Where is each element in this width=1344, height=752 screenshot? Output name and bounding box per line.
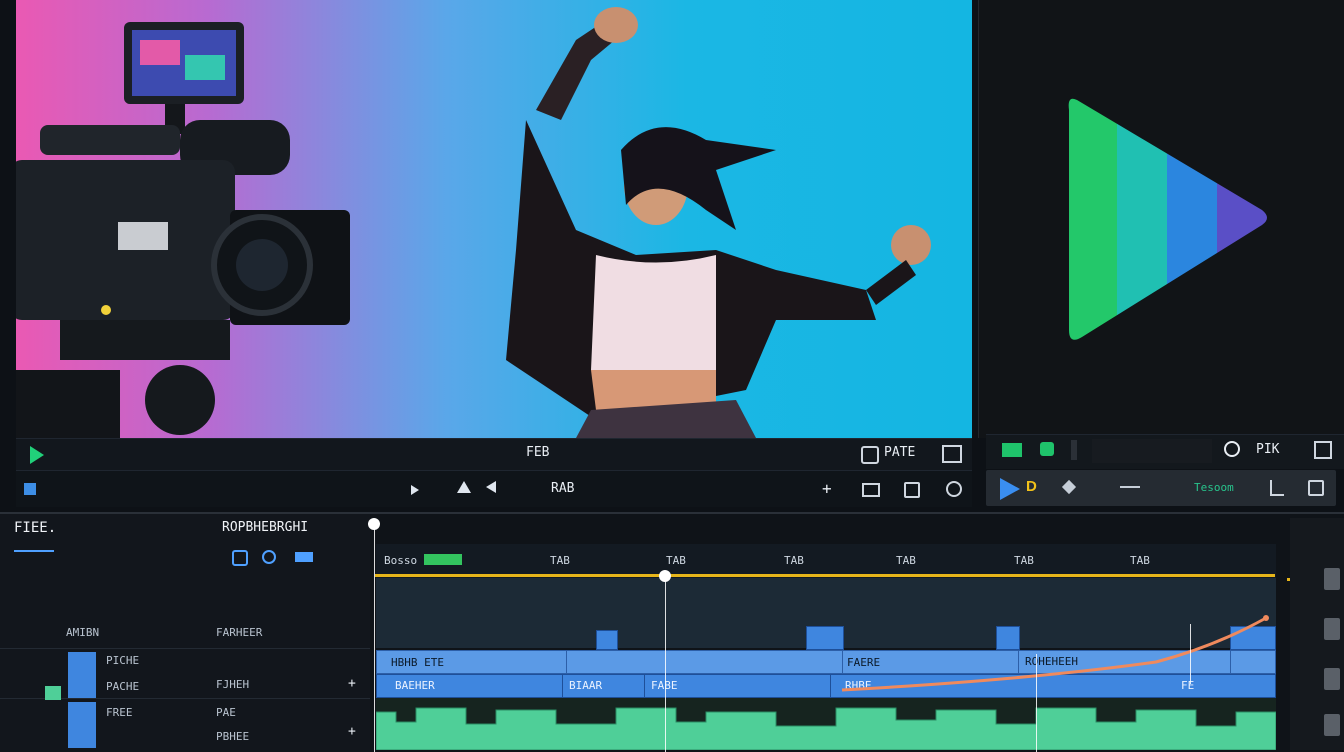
timeline-title: FIEE. bbox=[14, 520, 57, 536]
layer-sub-label: FARHEER bbox=[216, 626, 263, 639]
search-icon[interactable] bbox=[1224, 441, 1240, 457]
track-label-3: FREE bbox=[106, 706, 133, 719]
status-label: Tesoom bbox=[1194, 481, 1234, 494]
flag-icon[interactable] bbox=[295, 552, 313, 562]
ruler-tick: TAB bbox=[784, 554, 804, 567]
ruler-tick: TAB bbox=[1130, 554, 1150, 567]
scroll-thumb[interactable] bbox=[1324, 668, 1340, 690]
in-marker-handle[interactable] bbox=[368, 518, 380, 530]
play-icon[interactable] bbox=[30, 446, 44, 464]
keyframe-curve[interactable] bbox=[376, 604, 1276, 714]
record-icon[interactable] bbox=[1040, 442, 1054, 456]
step-forward-icon[interactable] bbox=[411, 485, 419, 495]
timeline-panel: FIEE. ROPBHEBRGHI AMIBN FARHEER PICHE PA… bbox=[0, 512, 1344, 752]
layer-label: AMIBN bbox=[66, 626, 100, 639]
scroll-thumb[interactable] bbox=[1324, 714, 1340, 736]
marker-line bbox=[1036, 654, 1037, 752]
lock-icon[interactable] bbox=[232, 550, 248, 566]
step-back-icon[interactable] bbox=[486, 481, 496, 493]
scroll-thumb[interactable] bbox=[1324, 568, 1340, 590]
playhead-line bbox=[665, 578, 666, 752]
timecode-field[interactable] bbox=[1092, 439, 1212, 463]
ruler-marker bbox=[424, 554, 462, 565]
ruler-tick: TAB bbox=[666, 554, 686, 567]
keyframe-icon[interactable] bbox=[1061, 479, 1077, 495]
timeline-scrollbar[interactable] bbox=[1290, 518, 1344, 750]
play-icon[interactable] bbox=[1000, 478, 1020, 500]
grid-icon[interactable] bbox=[1002, 443, 1022, 457]
scroll-thumb[interactable] bbox=[1324, 618, 1340, 640]
fullscreen-icon[interactable] bbox=[942, 445, 962, 463]
program-monitor bbox=[978, 0, 1344, 438]
ruler-tick: TAB bbox=[1014, 554, 1034, 567]
divider bbox=[1071, 440, 1077, 460]
video-preview bbox=[16, 0, 972, 438]
trim-icon[interactable] bbox=[1120, 486, 1140, 488]
add-icon[interactable]: + bbox=[822, 479, 832, 498]
track-mid-1: FJHEH bbox=[216, 678, 250, 691]
zoom-label: PATE bbox=[884, 445, 916, 460]
graph-icon[interactable] bbox=[1270, 480, 1284, 496]
export-frame-icon[interactable] bbox=[862, 483, 880, 497]
program-zoom-label: PIK bbox=[1256, 442, 1280, 457]
play-triangle-logo[interactable] bbox=[1067, 90, 1267, 350]
settings-icon[interactable] bbox=[946, 481, 962, 497]
camera-icon[interactable] bbox=[904, 482, 920, 498]
track-color-audio bbox=[68, 702, 96, 748]
share-icon[interactable] bbox=[1308, 480, 1324, 496]
playhead-handle[interactable] bbox=[659, 570, 671, 582]
marker-icon[interactable] bbox=[24, 483, 36, 495]
preview-controls: FEB PATE bbox=[16, 438, 972, 471]
in-marker-line bbox=[374, 520, 375, 752]
transport-label: RAB bbox=[551, 481, 575, 496]
track-headers: FIEE. ROPBHEBRGHI AMIBN FARHEER PICHE PA… bbox=[0, 514, 370, 752]
lift-icon[interactable] bbox=[457, 481, 471, 493]
add-track-icon[interactable]: + bbox=[348, 676, 356, 691]
track-mid-2: PAE bbox=[216, 706, 236, 719]
layer-tab[interactable] bbox=[14, 550, 54, 562]
expand-icon[interactable] bbox=[1314, 441, 1332, 459]
eye-icon[interactable] bbox=[262, 550, 276, 564]
camera-illustration bbox=[16, 22, 350, 438]
time-ruler[interactable]: Bosso TAB TAB TAB TAB TAB TAB bbox=[376, 544, 1276, 578]
track-mid-3: PBHEE bbox=[216, 730, 250, 743]
preview-transport: RAB + bbox=[16, 470, 972, 507]
safe-margin-icon[interactable] bbox=[861, 446, 879, 464]
track-mute-icon[interactable] bbox=[45, 686, 61, 700]
program-transport: D Tesoom bbox=[986, 470, 1336, 506]
track-label-2: PACHE bbox=[106, 680, 140, 693]
ruler-tick: TAB bbox=[550, 554, 570, 567]
timecode-label: FEB bbox=[526, 445, 550, 460]
dub-badge: D bbox=[1026, 478, 1037, 495]
track-label-1: PICHE bbox=[106, 654, 140, 667]
add-track-icon[interactable]: + bbox=[348, 724, 356, 739]
work-area-bar[interactable] bbox=[375, 574, 1275, 577]
track-divider bbox=[0, 648, 370, 649]
ruler-tick: TAB bbox=[896, 554, 916, 567]
marker-line bbox=[1190, 624, 1191, 684]
program-controls: PIK bbox=[986, 434, 1344, 469]
track-color-video bbox=[68, 652, 96, 698]
sequence-name: ROPBHEBRGHI bbox=[222, 520, 309, 535]
ruler-start: Bosso bbox=[384, 554, 418, 567]
